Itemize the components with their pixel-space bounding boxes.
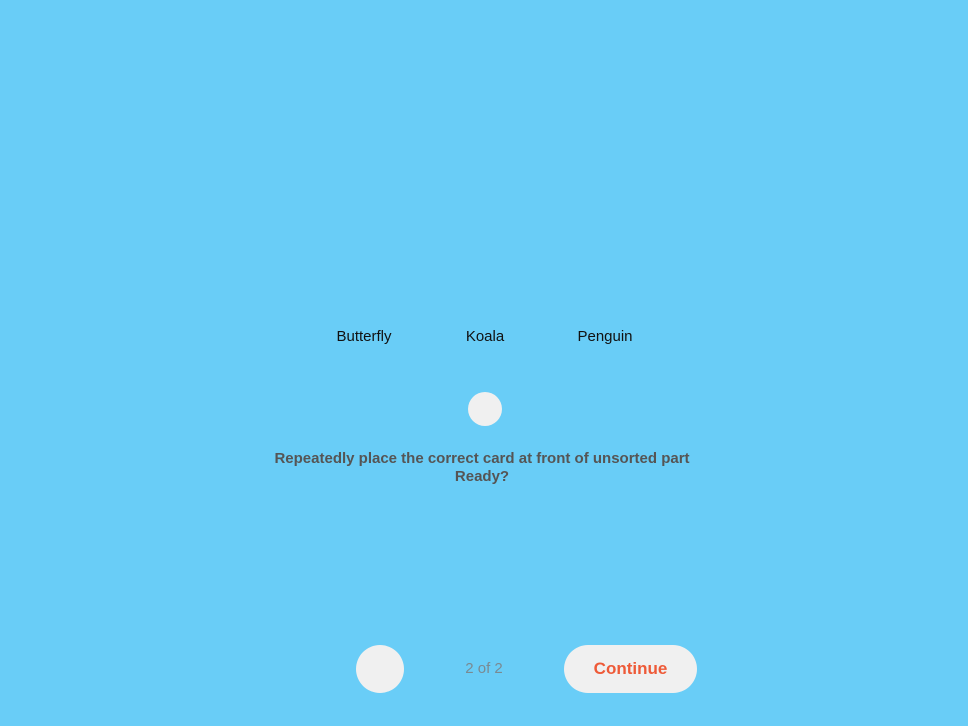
instruction-text: Repeatedly place the correct card at fro… — [0, 450, 964, 486]
card-butterfly[interactable]: Butterfly — [304, 326, 424, 348]
back-button[interactable] — [356, 645, 404, 693]
ready-prompt: Ready? — [454, 468, 510, 485]
page-indicator: 2 of 2 — [465, 660, 503, 677]
center-circle-button[interactable] — [468, 392, 502, 426]
card-koala[interactable]: Koala — [425, 326, 545, 348]
continue-button[interactable]: Continue — [564, 645, 697, 693]
instruction-line: Repeatedly place the correct card at fro… — [274, 450, 690, 467]
card-penguin[interactable]: Penguin — [545, 326, 665, 348]
card-row: Butterfly Koala Penguin — [0, 326, 968, 348]
